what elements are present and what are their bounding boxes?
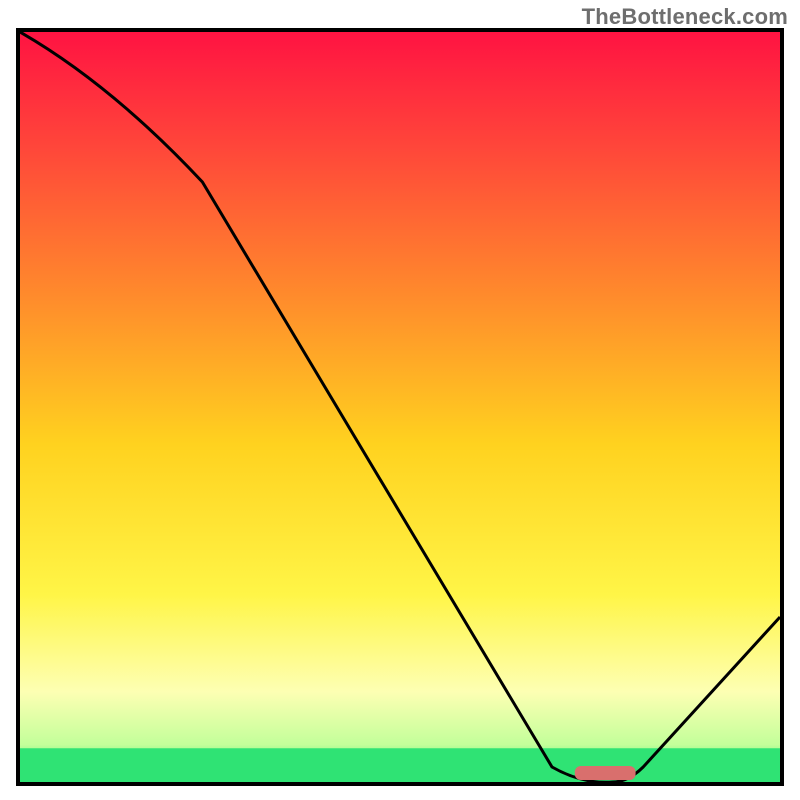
watermark-text: TheBottleneck.com [582,4,788,30]
green-band [20,748,780,782]
gradient-background [20,32,780,782]
plot-svg [20,32,780,782]
chart-container: TheBottleneck.com [0,0,800,800]
plot-frame [16,28,784,786]
optimum-marker [575,766,636,780]
